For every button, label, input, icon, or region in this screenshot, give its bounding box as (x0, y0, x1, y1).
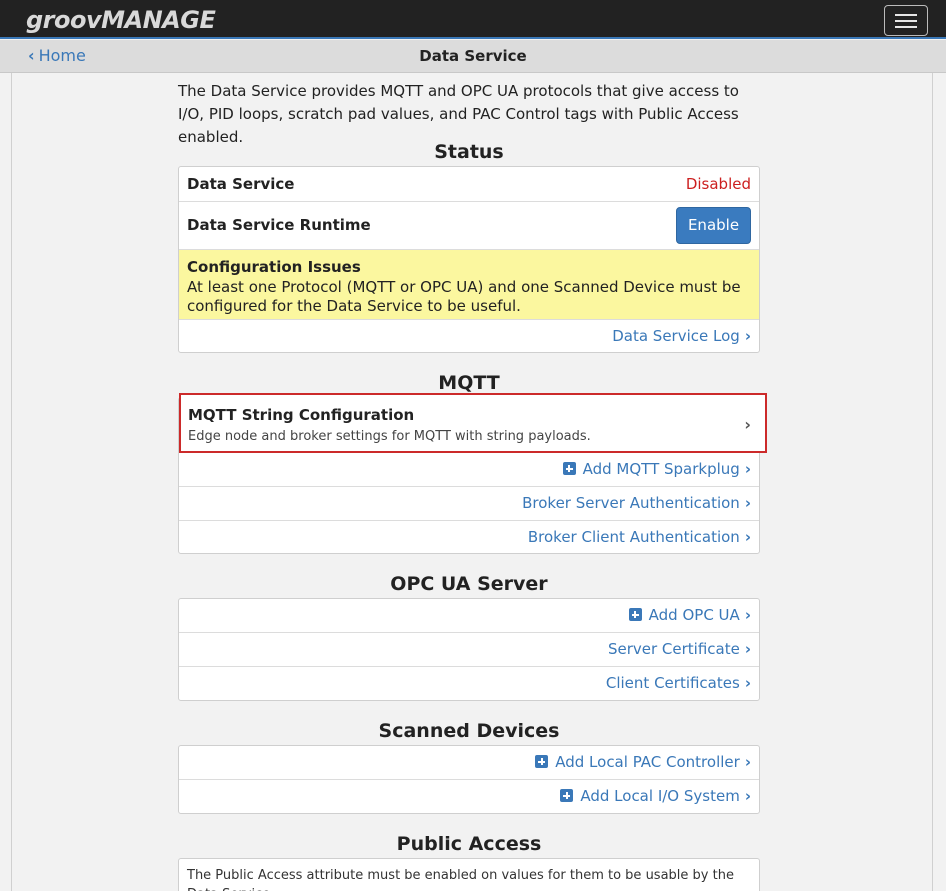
broker-client-auth-row: Broker Client Authentication › (179, 521, 759, 553)
top-navbar: groovMANAGE (0, 0, 946, 39)
plus-square-icon (535, 755, 549, 768)
chevron-right-icon: › (744, 327, 751, 345)
chevron-right-icon: › (744, 415, 751, 434)
add-sparkplug-row: Add MQTT Sparkplug › (179, 453, 759, 487)
chevron-right-icon: › (744, 787, 751, 805)
add-pac-row: Add Local PAC Controller › (179, 746, 759, 780)
public-access-section-title: Public Access (396, 833, 542, 855)
add-local-pac-controller-link[interactable]: Add Local PAC Controller › (535, 753, 751, 771)
status-badge: Disabled (685, 175, 751, 193)
runtime-label: Data Service Runtime (187, 216, 371, 234)
broker-server-auth-link[interactable]: Broker Server Authentication › (522, 494, 751, 512)
configuration-issues-alert: Configuration Issues At least one Protoc… (179, 250, 759, 320)
status-section-title: Status (434, 141, 504, 163)
data-service-row: Data Service Disabled (179, 167, 759, 202)
server-certificate-link[interactable]: Server Certificate › (608, 640, 751, 658)
add-local-io-system-link[interactable]: Add Local I/O System › (560, 787, 751, 805)
public-access-text: The Public Access attribute must be enab… (187, 868, 734, 891)
chevron-right-icon: › (744, 494, 751, 512)
chevron-right-icon: › (744, 528, 751, 546)
server-certificate-row: Server Certificate › (179, 633, 759, 667)
intro-text: The Data Service provides MQTT and OPC U… (178, 82, 739, 146)
add-opc-ua-link[interactable]: Add OPC UA › (628, 606, 751, 624)
home-link[interactable]: ‹ Home (28, 46, 86, 65)
chevron-right-icon: › (744, 460, 751, 478)
add-io-row: Add Local I/O System › (179, 780, 759, 813)
scanned-devices-panel: Add Local PAC Controller › Add Local I/O … (178, 745, 760, 814)
broker-client-auth-link[interactable]: Broker Client Authentication › (528, 528, 751, 546)
breadcrumb-bar: Data Service ‹ Home (0, 40, 946, 73)
data-service-label: Data Service (187, 175, 295, 193)
issues-text: At least one Protocol (MQTT or OPC UA) a… (187, 278, 741, 315)
add-opcua-row: Add OPC UA › (179, 599, 759, 633)
log-row: Data Service Log › (179, 320, 759, 353)
broker-server-auth-row: Broker Server Authentication › (179, 487, 759, 521)
page-title: Data Service (419, 47, 527, 65)
groov-manage-logo: groovMANAGE (26, 6, 216, 34)
mqtt-string-config-desc: Edge node and broker settings for MQTT w… (188, 429, 591, 444)
public-access-panel: The Public Access attribute must be enab… (178, 858, 760, 891)
chevron-left-icon: ‹ (28, 46, 35, 65)
runtime-row: Data Service Runtime Enable (179, 202, 759, 250)
issues-title: Configuration Issues (187, 258, 361, 276)
scanned-devices-section-title: Scanned Devices (378, 720, 560, 742)
data-service-log-link[interactable]: Data Service Log › (612, 327, 751, 345)
client-certificates-row: Client Certificates › (179, 667, 759, 700)
add-mqtt-sparkplug-link[interactable]: Add MQTT Sparkplug › (562, 460, 751, 478)
opcua-section-title: OPC UA Server (390, 573, 548, 595)
chevron-right-icon: › (744, 674, 751, 692)
plus-square-icon (562, 462, 576, 475)
opcua-panel: Add OPC UA › Server Certificate › Client C… (178, 598, 760, 701)
hamburger-icon (895, 14, 917, 16)
mqtt-section-title: MQTT (438, 372, 500, 394)
enable-button[interactable]: Enable (676, 207, 751, 244)
status-panel: Data Service Disabled Data Service Runti… (178, 166, 760, 353)
client-certificates-link[interactable]: Client Certificates › (606, 674, 751, 692)
chevron-right-icon: › (744, 640, 751, 658)
chevron-right-icon: › (744, 606, 751, 624)
plus-square-icon (628, 608, 642, 621)
mqtt-string-configuration-item[interactable]: MQTT String Configuration Edge node and … (179, 393, 767, 453)
chevron-right-icon: › (744, 753, 751, 771)
mqtt-string-config-title: MQTT String Configuration (188, 406, 415, 424)
plus-square-icon (560, 789, 574, 802)
hamburger-menu-button[interactable] (884, 5, 928, 36)
